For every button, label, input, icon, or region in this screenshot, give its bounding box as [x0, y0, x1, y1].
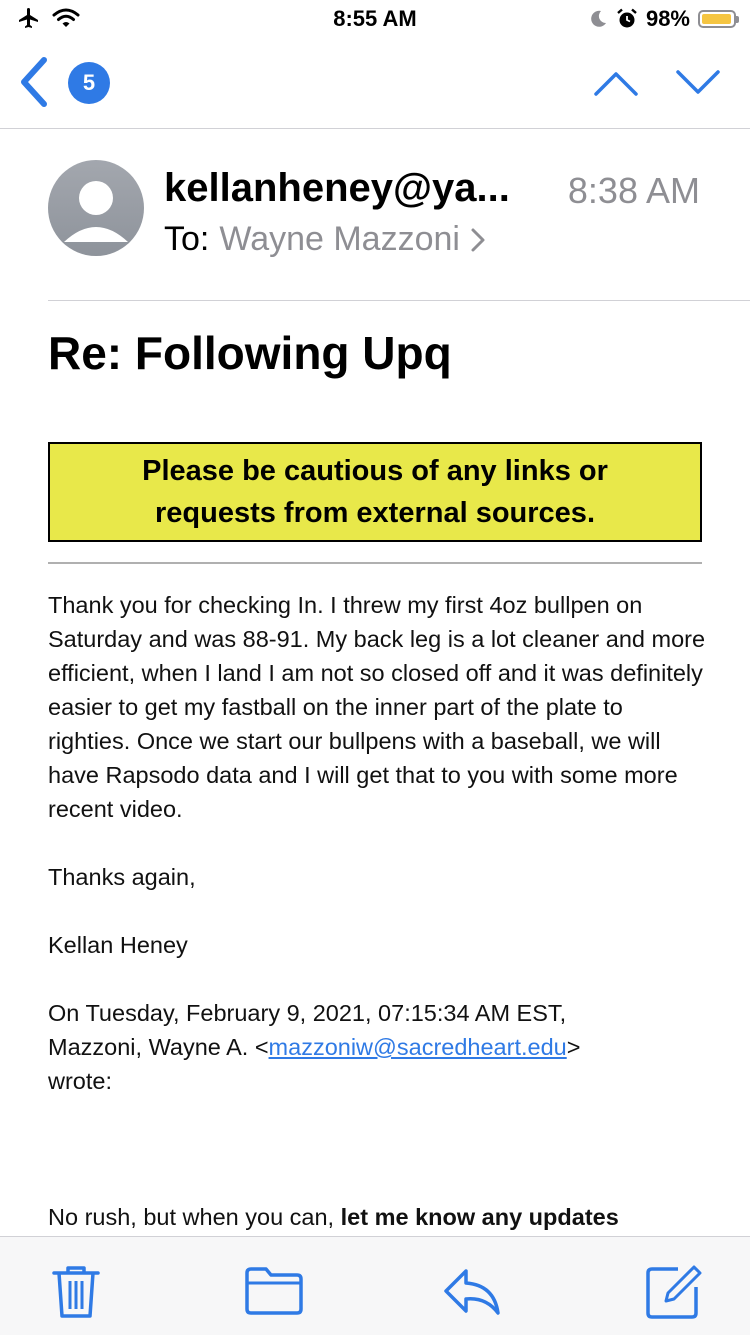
body-divider	[48, 562, 702, 564]
to-label: To:	[164, 220, 210, 258]
header-divider	[48, 300, 750, 301]
body-paragraph: Thank you for checking In. I threw my fi…	[48, 592, 706, 822]
warning-line-1: Please be cautious of any links or	[142, 455, 608, 487]
recipient-name[interactable]: Wayne Mazzoni	[219, 220, 460, 259]
signature: Kellan Heney	[48, 932, 188, 958]
battery-fill	[702, 14, 732, 24]
unread-count-badge[interactable]: 5	[68, 62, 110, 104]
chevron-right-icon	[471, 228, 485, 251]
closing-thanks: Thanks again,	[48, 864, 196, 890]
battery-icon	[698, 10, 739, 28]
quote-open-bracket: <	[254, 1034, 269, 1060]
chevron-down-icon[interactable]	[674, 66, 722, 100]
quote-close-bracket: >	[566, 1034, 581, 1060]
quote-email-link[interactable]: mazzoniw@sacredheart.edu	[269, 1034, 567, 1060]
person-icon	[64, 181, 128, 242]
quoted-text-start: No rush, but when you can,	[48, 1204, 341, 1230]
email-body: Thank you for checking In. I threw my fi…	[48, 588, 708, 1234]
back-chevron-icon[interactable]	[14, 54, 54, 110]
status-bar: 8:55 AM 98%	[0, 0, 750, 40]
sender-address[interactable]: kellanheney@ya...	[164, 166, 510, 211]
folder-icon[interactable]	[244, 1261, 304, 1321]
quote-attribution: Mazzoni, Wayne A. <mazzoniw@sacredheart.…	[48, 1030, 708, 1064]
recipient-row[interactable]: To: Wayne Mazzoni	[164, 220, 486, 259]
quote-sender: Mazzoni, Wayne A.	[48, 1034, 249, 1060]
quoted-text: No rush, but when you can, let me know a…	[48, 1200, 708, 1234]
chevron-up-icon[interactable]	[592, 66, 640, 100]
battery-percent: 98%	[645, 6, 690, 31]
external-warning-banner: Please be cautious of any links or reque…	[48, 442, 702, 542]
quote-header: On Tuesday, February 9, 2021, 07:15:34 A…	[48, 1000, 567, 1026]
quoted-text-bold: let me know any updates	[340, 1204, 619, 1230]
quote-wrote: wrote:	[48, 1068, 112, 1094]
email-subject: Re: Following Upq	[48, 327, 452, 379]
status-right: 98%	[588, 6, 739, 32]
received-time: 8:38 AM	[567, 170, 700, 211]
bottom-toolbar	[0, 1236, 750, 1335]
trash-icon[interactable]	[46, 1261, 106, 1321]
sender-avatar[interactable]	[48, 160, 144, 256]
compose-icon[interactable]	[644, 1261, 704, 1321]
alarm-icon	[617, 8, 637, 28]
nav-bar: 5	[0, 40, 750, 129]
reply-icon[interactable]	[442, 1261, 502, 1321]
moon-icon	[591, 10, 606, 27]
warning-line-2: requests from external sources.	[154, 497, 595, 529]
